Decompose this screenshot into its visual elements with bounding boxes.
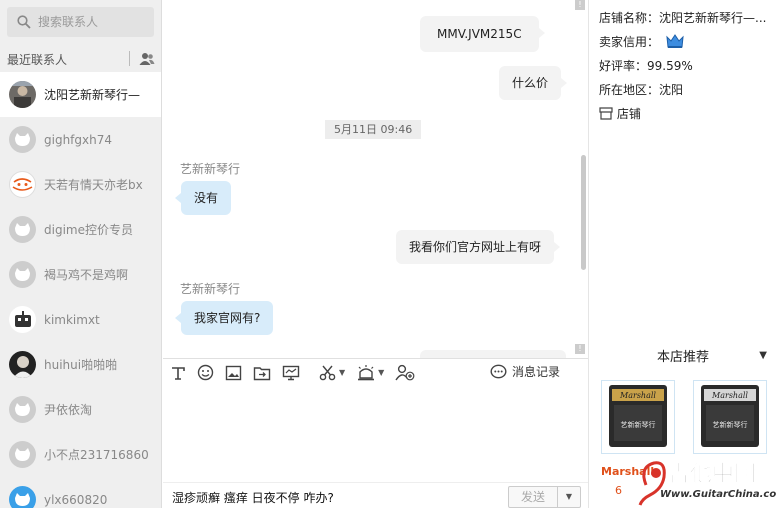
shop-icon (599, 107, 613, 120)
add-contact-icon[interactable] (395, 361, 415, 385)
recent-contacts-header: 最近联系人 (7, 50, 155, 68)
contact-item[interactable]: ylx660820 (0, 477, 161, 508)
message-input[interactable] (163, 386, 588, 482)
default-avatar-icon (9, 396, 36, 423)
shop-region: 所在地区：沈阳 (599, 83, 684, 97)
expand-icon[interactable]: ! (575, 0, 585, 10)
default-avatar-icon (9, 126, 36, 153)
history-icon (490, 364, 507, 378)
shop-name: 店铺名称：沈阳艺新新琴行—... (599, 11, 767, 25)
draft-text: 湿疹顽癣 瘙痒 日夜不停 咋办? (172, 491, 334, 505)
input-bottom-bar: 湿疹顽癣 瘙痒 日夜不停 咋办? 发送 ▼ (163, 482, 588, 508)
time-separator: 5月11日 09:46 (325, 120, 422, 139)
recommend-header[interactable]: 本店推荐 ▼ (589, 346, 776, 366)
message-bubble: 我看你们官方网址上有呀 (396, 230, 561, 264)
message-area[interactable]: ! MMV.JVM215C 什么价 5月11日 09:46 艺新新琴行 没有 我… (163, 0, 588, 358)
chat-window: 最近联系人 沈阳艺新新琴行— gighfgxh74 (0, 0, 776, 508)
contact-name: 尹依依淘 (44, 403, 93, 417)
divider (129, 51, 130, 66)
font-icon[interactable] (170, 361, 186, 385)
contact-search[interactable] (7, 7, 154, 37)
amp-brand-text: Marshall (619, 391, 656, 400)
robot-avatar (9, 306, 36, 333)
search-input[interactable] (38, 15, 148, 29)
seller-credit: 卖家信用： (599, 33, 684, 50)
amp-brand-text: Marshall (711, 391, 748, 400)
amp-logo-text: 艺新新琴行 (713, 420, 748, 429)
contact-list: 沈阳艺新新琴行— gighfgxh74 天若有情天亦老bx digime控价专员 (0, 72, 161, 508)
message-input-area[interactable] (163, 386, 588, 482)
chat-toolbar: ▼ ▼ 消息记录 (163, 358, 588, 386)
contact-name: huihui啪啪啪 (44, 358, 118, 372)
shop-link[interactable]: 店铺 (599, 105, 641, 122)
scrollbar[interactable] (581, 155, 586, 270)
message-bubble: 什么价 (499, 66, 568, 100)
crown-icon (666, 34, 684, 48)
message-bubble-partial (420, 350, 566, 358)
image-icon[interactable] (225, 361, 242, 385)
amp-logo-text: 艺新新琴行 (621, 420, 656, 429)
contact-item[interactable]: 天若有情天亦老bx (0, 162, 161, 207)
contact-item[interactable]: kimkimxt (0, 297, 161, 342)
chevron-down-icon: ▼ (378, 368, 385, 377)
product-thumbnail[interactable]: Marshall 艺新新琴行 (693, 380, 767, 454)
contact-item[interactable]: 尹依依淘 (0, 387, 161, 432)
taobao-avatar (9, 171, 36, 198)
scissors-icon[interactable]: ▼ (319, 361, 345, 385)
contact-name: ylx660820 (44, 492, 108, 507)
positive-rating: 好评率：99.59% (599, 59, 693, 73)
contact-item[interactable]: huihui啪啪啪 (0, 342, 161, 387)
contact-name: digime控价专员 (44, 223, 133, 237)
chevron-down-icon[interactable]: ▼ (759, 350, 767, 361)
contact-name: 褐马鸡不是鸡啊 (44, 268, 129, 282)
product-thumbnail[interactable]: Marshall 艺新新琴行 (601, 380, 675, 454)
message-bubble: 我家官网有? (174, 301, 274, 335)
recommend-title: 本店推荐 (657, 350, 710, 365)
recent-contacts-label: 最近联系人 (7, 52, 68, 67)
chevron-down-icon: ▼ (339, 368, 346, 377)
watermark-url: Www.GuitarChina.com (660, 489, 776, 500)
contact-item[interactable]: gighfgxh74 (0, 117, 161, 162)
sender-name: 艺新新琴行 (180, 282, 241, 296)
contact-name: gighfgxh74 (44, 132, 112, 147)
contact-name: kimkimxt (44, 312, 100, 327)
contact-name: 天若有情天亦老bx (44, 178, 143, 192)
expand-icon[interactable]: ! (575, 344, 585, 354)
contact-item[interactable]: digime控价专员 (0, 207, 161, 252)
blue-avatar (9, 486, 36, 508)
send-button-group: 发送 ▼ (508, 486, 581, 508)
contact-name: 沈阳艺新新琴行— (44, 88, 141, 102)
emoji-icon[interactable] (197, 361, 214, 385)
contacts-sidebar: 最近联系人 沈阳艺新新琴行— gighfgxh74 (0, 0, 162, 508)
seller-credit-label: 卖家信用： (599, 35, 660, 49)
contact-name: 小不点231716860 (44, 448, 149, 462)
guitarchina-watermark: 吉他中国 Www.GuitarChina.com (638, 461, 776, 506)
watermark-title: 吉他中国 (668, 461, 756, 487)
search-icon (17, 15, 31, 29)
contact-item[interactable]: 褐马鸡不是鸡啊 (0, 252, 161, 297)
product-price: 6 (615, 484, 622, 497)
send-options-dropdown[interactable]: ▼ (558, 487, 580, 507)
history-label: 消息记录 (511, 365, 560, 379)
default-avatar-icon (9, 441, 36, 468)
message-bubble: MMV.JVM215C (420, 16, 545, 52)
contact-item[interactable]: 小不点231716860 (0, 432, 161, 477)
contacts-group-icon[interactable] (139, 52, 155, 66)
shake-icon[interactable]: ▼ (356, 361, 384, 385)
default-avatar-icon (9, 261, 36, 288)
shop-link-label: 店铺 (616, 107, 641, 121)
default-avatar-icon (9, 216, 36, 243)
photo-avatar (9, 81, 36, 108)
message-history-button[interactable]: 消息记录 (490, 363, 560, 380)
sender-name: 艺新新琴行 (180, 162, 241, 176)
screen-share-icon[interactable] (282, 361, 300, 385)
contact-item[interactable]: 沈阳艺新新琴行— (0, 72, 161, 117)
send-button[interactable]: 发送 (509, 487, 558, 507)
shop-info-panel: 店铺名称：沈阳艺新新琴行—... 卖家信用： 好评率：99.59% 所在地区：沈… (588, 0, 776, 508)
photo-avatar (9, 351, 36, 378)
message-bubble: 没有 (174, 181, 232, 215)
file-transfer-icon[interactable] (253, 361, 271, 385)
